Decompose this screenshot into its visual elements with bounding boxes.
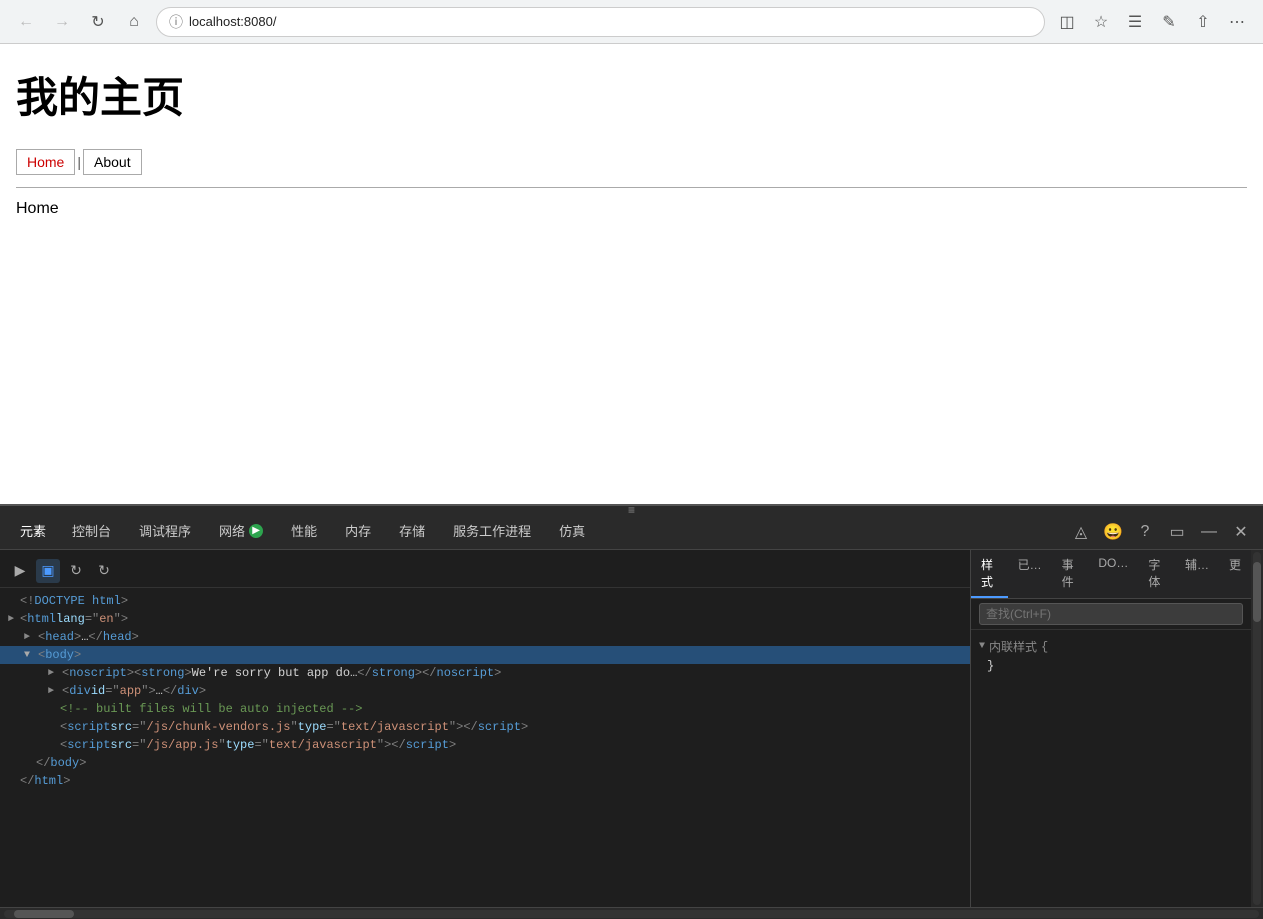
code-line-script-app[interactable]: <script src="/js/app.js" type="text/java… [0, 736, 970, 754]
styles-panel: 样式 已… 事件 DO… 字体 辅… 更 ▼ 内联样式 { [971, 550, 1251, 907]
devtools-tab-network[interactable]: 网络 ▶ [205, 514, 277, 550]
rotate-btn[interactable]: ↻ [92, 559, 116, 583]
styles-tab-computed[interactable]: 已… [1008, 550, 1052, 598]
reload-button[interactable]: ↻ [84, 8, 112, 36]
code-line-script-vendors[interactable]: <script src="/js/chunk-vendors.js" type=… [0, 718, 970, 736]
nav-separator: | [75, 154, 83, 170]
browser-actions: ◫ ☆ ☰ ✎ ⇧ ⋯ [1053, 8, 1251, 36]
devtools-tab-storage[interactable]: 存储 [385, 514, 439, 550]
bottom-scrollbar[interactable] [0, 907, 1263, 919]
about-nav-link[interactable]: About [83, 149, 142, 175]
styles-search-input[interactable] [979, 603, 1243, 625]
devtools-minimize-icon[interactable]: ― [1195, 518, 1223, 546]
styles-content: ▼ 内联样式 { } [971, 630, 1251, 907]
bookmark-star-icon[interactable]: ☆ [1087, 8, 1115, 36]
inline-style-header: ▼ 内联样式 { [979, 638, 1243, 655]
url-text: localhost:8080/ [189, 14, 276, 29]
styles-tab-more[interactable]: 更 [1219, 550, 1251, 598]
section-title: Home [16, 200, 1247, 218]
styles-tab-fonts[interactable]: 字体 [1138, 550, 1175, 598]
style-open-brace: { [1041, 640, 1048, 654]
refresh-btn[interactable]: ↻ [64, 559, 88, 583]
back-button[interactable]: ← [12, 8, 40, 36]
browser-chrome: ← → ↻ ⌂ ⓘ localhost:8080/ ◫ ☆ ☰ ✎ ⇧ ⋯ [0, 0, 1263, 44]
style-block: } [987, 659, 1243, 673]
code-line-html[interactable]: ► <html lang="en" > [0, 610, 970, 628]
code-line-body[interactable]: ▼ <body> [0, 646, 970, 664]
style-close-brace: } [987, 659, 994, 673]
address-bar[interactable]: ⓘ localhost:8080/ [156, 7, 1045, 37]
devtools-layout-icon[interactable]: ▭ [1163, 518, 1191, 546]
code-line-div-app[interactable]: ► <div id="app" > … </div> [0, 682, 970, 700]
devtools-tab-simulation[interactable]: 仿真 [545, 514, 599, 550]
elements-toolbar: ▶ ▣ ↻ ↻ [0, 554, 970, 588]
styles-tab-styles[interactable]: 样式 [971, 550, 1008, 598]
inline-style-section: ▼ 内联样式 { } [979, 638, 1243, 673]
code-line-comment[interactable]: <!-- built files will be auto injected -… [0, 700, 970, 718]
scroll-track [1253, 552, 1261, 905]
devtools-dock-icon[interactable]: ◬ [1067, 518, 1095, 546]
home-button[interactable]: ⌂ [120, 8, 148, 36]
info-icon: ⓘ [169, 12, 183, 32]
share-icon[interactable]: ⇧ [1189, 8, 1217, 36]
scroll-thumb [1253, 562, 1261, 622]
code-line-doctype[interactable]: <!DOCTYPE html> [0, 592, 970, 610]
devtools-tab-elements[interactable]: 元素 [8, 514, 58, 550]
inspect-box-btn[interactable]: ▣ [36, 559, 60, 583]
devtools-help-icon[interactable]: ? [1131, 518, 1159, 546]
devtools-close-icon[interactable]: ✕ [1227, 518, 1255, 546]
devtools-body: ▶ ▣ ↻ ↻ <!DOCTYPE html> ► <html lang="en… [0, 550, 1263, 907]
triangle-icon: ▼ [979, 641, 985, 652]
styles-tab-dom[interactable]: DO… [1088, 550, 1138, 598]
devtools-tabs: 元素 控制台 调试程序 网络 ▶ 性能 内存 存储 服务工作进程 仿真 ◬ 😀 … [0, 514, 1263, 550]
select-element-btn[interactable]: ▶ [8, 559, 32, 583]
devtools-emoji-icon[interactable]: 😀 [1099, 518, 1127, 546]
inline-style-label: 内联样式 [989, 638, 1037, 655]
devtools-tab-console[interactable]: 控制台 [58, 514, 125, 550]
elements-panel: ▶ ▣ ↻ ↻ <!DOCTYPE html> ► <html lang="en… [0, 550, 971, 907]
devtools-tab-service-workers[interactable]: 服务工作进程 [439, 514, 545, 550]
elements-scrollbar[interactable] [1251, 550, 1263, 907]
code-line-html-close[interactable]: </html> [0, 772, 970, 790]
nav-divider [16, 187, 1247, 188]
more-icon[interactable]: ⋯ [1223, 8, 1251, 36]
pencil-icon[interactable]: ✎ [1155, 8, 1183, 36]
home-nav-link[interactable]: Home [16, 149, 75, 175]
devtools-tab-actions: ◬ 😀 ? ▭ ― ✕ [1067, 518, 1255, 546]
page-content: 我的主页 Home | About Home [0, 44, 1263, 504]
code-line-noscript[interactable]: ► <noscript> <strong> We're sorry but ap… [0, 664, 970, 682]
styles-tab-events[interactable]: 事件 [1052, 550, 1089, 598]
forward-button[interactable]: → [48, 8, 76, 36]
styles-tabs: 样式 已… 事件 DO… 字体 辅… 更 [971, 550, 1251, 599]
devtools-tab-memory[interactable]: 内存 [331, 514, 385, 550]
bottom-scroll-thumb [14, 910, 74, 918]
reading-list-icon[interactable]: ☰ [1121, 8, 1149, 36]
devtools-tab-performance[interactable]: 性能 [277, 514, 331, 550]
devtools-tab-debugger[interactable]: 调试程序 [125, 514, 205, 550]
styles-tab-accessibility[interactable]: 辅… [1175, 550, 1219, 598]
elements-code: <!DOCTYPE html> ► <html lang="en" > ► <h… [0, 588, 970, 794]
split-view-icon[interactable]: ◫ [1053, 8, 1081, 36]
styles-search [971, 599, 1251, 630]
code-line-body-close[interactable]: </body> [0, 754, 970, 772]
devtools-panel: 元素 控制台 调试程序 网络 ▶ 性能 内存 存储 服务工作进程 仿真 ◬ 😀 … [0, 504, 1263, 919]
code-line-head[interactable]: ► <head> … </head> [0, 628, 970, 646]
page-title: 我的主页 [16, 64, 1247, 125]
nav-links: Home | About [16, 149, 1247, 175]
bottom-scroll-track [4, 910, 1259, 918]
